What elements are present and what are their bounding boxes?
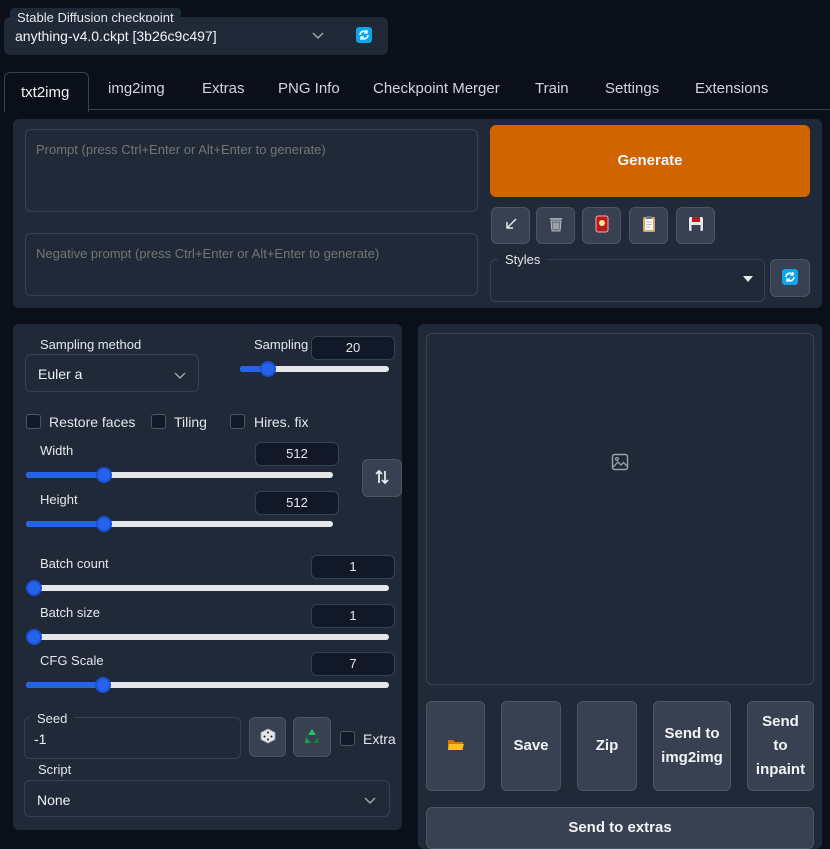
tab-label: txt2img: [21, 84, 70, 101]
height-input[interactable]: 512: [255, 491, 339, 515]
negative-prompt-input[interactable]: [25, 233, 478, 296]
tab-train[interactable]: Train: [535, 80, 569, 97]
swap-dimensions-button[interactable]: [362, 459, 402, 497]
extra-networks-button[interactable]: [582, 207, 621, 244]
restore-faces-checkbox[interactable]: [26, 414, 41, 429]
tab-bar-underline: [88, 109, 830, 110]
batch-size-label: Batch size: [33, 603, 107, 622]
clear-prompt-button[interactable]: [536, 207, 575, 244]
dice-icon: [260, 728, 276, 747]
sampling-method-select[interactable]: Euler a: [25, 354, 199, 392]
random-seed-button[interactable]: [249, 717, 286, 757]
width-thumb[interactable]: [95, 467, 112, 483]
width-slider[interactable]: [26, 472, 333, 478]
card-icon: [595, 215, 609, 236]
reuse-seed-button[interactable]: [293, 717, 331, 757]
refresh-icon: [782, 268, 798, 288]
styles-label: Styles: [498, 250, 548, 269]
recycle-icon: [303, 727, 321, 748]
send-to-img2img-button[interactable]: Send to img2img: [653, 701, 731, 791]
folder-icon: [447, 738, 465, 755]
seed-label: Seed: [30, 709, 75, 728]
script-select[interactable]: None: [24, 780, 390, 817]
swap-arrows-icon: [374, 469, 390, 488]
chevron-down-icon: [174, 368, 186, 383]
refresh-checkpoint-button[interactable]: [346, 22, 382, 50]
batch-count-slider[interactable]: [26, 585, 389, 591]
open-folder-button[interactable]: [426, 701, 485, 791]
seed-value: -1: [34, 731, 47, 747]
checkpoint-value: anything-v4.0.ckpt [3b26c9c497]: [15, 28, 217, 44]
hires-fix-checkbox[interactable]: [230, 414, 245, 429]
batch-count-label: Batch count: [33, 554, 116, 573]
sampling-method-label: Sampling method: [33, 335, 149, 354]
width-input[interactable]: 512: [255, 442, 339, 466]
image-placeholder-icon: [611, 453, 629, 474]
height-slider[interactable]: [26, 521, 333, 527]
tiling-label: Tiling: [174, 414, 207, 430]
sampling-steps-thumb[interactable]: [259, 361, 276, 377]
checkpoint-select[interactable]: anything-v4.0.ckpt [3b26c9c497]: [7, 22, 337, 50]
send-to-inpaint-button[interactable]: Send to inpaint: [747, 701, 814, 791]
zip-button[interactable]: Zip: [577, 701, 637, 791]
tab-extensions[interactable]: Extensions: [695, 80, 768, 97]
sampling-method-value: Euler a: [38, 366, 83, 382]
sampling-steps-input[interactable]: 20: [311, 336, 395, 360]
tab-settings[interactable]: Settings: [605, 80, 659, 97]
batch-size-input[interactable]: 1: [311, 604, 395, 628]
prompt-input[interactable]: [25, 129, 478, 212]
tab-png-info[interactable]: PNG Info: [278, 80, 340, 97]
extra-seed-checkbox[interactable]: [340, 731, 355, 746]
restore-faces-label: Restore faces: [49, 414, 136, 430]
width-label: Width: [33, 441, 81, 460]
tab-txt2img[interactable]: txt2img: [4, 72, 89, 112]
sampling-steps-label: Sampling: [247, 335, 316, 354]
height-label: Height: [33, 490, 85, 509]
tab-img2img[interactable]: img2img: [108, 80, 165, 97]
caret-down-icon: [743, 270, 753, 285]
output-gallery: [426, 333, 814, 685]
height-thumb[interactable]: [95, 516, 112, 532]
floppy-disk-icon: [688, 216, 704, 235]
cfg-scale-input[interactable]: 7: [311, 652, 395, 676]
clipboard-icon: [642, 215, 656, 236]
extra-seed-label: Extra: [363, 731, 396, 747]
script-value: None: [37, 792, 71, 808]
arrow-diagonal-icon: [504, 217, 518, 234]
chevron-down-icon: [364, 793, 376, 808]
save-style-button[interactable]: [676, 207, 715, 244]
batch-count-input[interactable]: 1: [311, 555, 395, 579]
tab-extras[interactable]: Extras: [202, 80, 245, 97]
batch-count-thumb[interactable]: [26, 580, 42, 596]
refresh-icon: [356, 26, 372, 46]
generate-button[interactable]: Generate: [490, 125, 810, 197]
chevron-down-icon: [312, 28, 324, 43]
tiling-checkbox[interactable]: [151, 414, 166, 429]
send-to-extras-button[interactable]: Send to extras: [426, 807, 814, 849]
apply-style-button[interactable]: [629, 207, 668, 244]
trash-icon: [548, 215, 564, 236]
cfg-scale-slider[interactable]: [26, 682, 389, 688]
script-label: Script: [31, 760, 79, 779]
save-button[interactable]: Save: [501, 701, 561, 791]
refresh-styles-button[interactable]: [770, 259, 810, 297]
tab-checkpoint-merger[interactable]: Checkpoint Merger: [373, 80, 500, 97]
read-params-button[interactable]: [491, 207, 530, 244]
batch-size-slider[interactable]: [26, 634, 389, 640]
batch-size-thumb[interactable]: [26, 629, 42, 645]
hires-fix-label: Hires. fix: [254, 414, 309, 430]
cfg-scale-label: CFG Scale: [33, 651, 111, 670]
